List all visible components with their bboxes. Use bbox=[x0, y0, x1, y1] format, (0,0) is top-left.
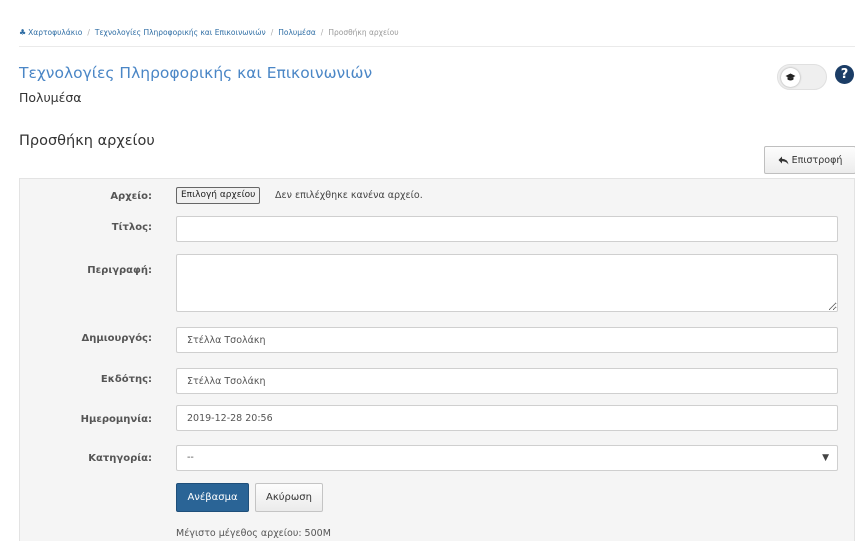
breadcrumb-portfolio[interactable]: Χαρτοφυλάκιο bbox=[28, 28, 82, 37]
creator-input[interactable] bbox=[176, 327, 838, 353]
date-label: Ημερομηνία: bbox=[80, 414, 152, 425]
breadcrumb-current: Προσθήκη αρχείου bbox=[328, 28, 399, 37]
file-label: Αρχείο: bbox=[110, 191, 152, 202]
category-selected-value: -- bbox=[187, 452, 194, 463]
upload-form-panel: Αρχείο: Επιλογή αρχείου Δεν επιλέχθηκε κ… bbox=[19, 178, 855, 541]
graduation-cap-icon bbox=[785, 73, 796, 81]
category-select[interactable]: -- ▼ bbox=[176, 445, 838, 471]
upload-button[interactable]: Ανέβασμα bbox=[176, 483, 249, 512]
help-icon[interactable]: ? bbox=[835, 65, 854, 84]
date-input[interactable] bbox=[176, 405, 838, 431]
page-title: Προσθήκη αρχείου bbox=[19, 133, 155, 149]
back-button[interactable]: Επιστροφή bbox=[764, 146, 855, 174]
title-input[interactable] bbox=[176, 216, 838, 242]
caret-down-icon: ▼ bbox=[822, 453, 829, 463]
publisher-input[interactable] bbox=[176, 368, 838, 394]
max-file-size-note: Μέγιστο μέγεθος αρχείου: 500M bbox=[176, 528, 331, 539]
breadcrumb-divider bbox=[19, 46, 855, 47]
home-icon[interactable]: ♣ bbox=[19, 28, 26, 37]
breadcrumb: ♣ Χαρτοφυλάκιο / Τεχνολογίες Πληροφορικής κ… bbox=[19, 28, 399, 37]
breadcrumb-separator: / bbox=[320, 28, 324, 37]
category-label: Κατηγορία: bbox=[88, 453, 152, 464]
cancel-button[interactable]: Ακύρωση bbox=[255, 483, 323, 512]
student-view-toggle[interactable] bbox=[777, 64, 827, 90]
breadcrumb-course[interactable]: Τεχνολογίες Πληροφορικής και Επικοινωνιώ… bbox=[95, 28, 266, 37]
description-label: Περιγραφή: bbox=[87, 265, 152, 276]
reply-icon bbox=[778, 156, 789, 164]
title-label: Τίτλος: bbox=[111, 222, 152, 233]
course-title[interactable]: Τεχνολογίες Πληροφορικής και Επικοινωνιώ… bbox=[19, 64, 372, 82]
description-textarea[interactable] bbox=[176, 254, 838, 312]
toggle-knob bbox=[781, 68, 800, 87]
creator-label: Δημιουργός: bbox=[81, 333, 152, 344]
course-subtitle: Πολυμέσα bbox=[19, 90, 82, 105]
breadcrumb-separator: / bbox=[87, 28, 90, 37]
breadcrumb-multimedia[interactable]: Πολυμέσα bbox=[278, 28, 316, 37]
choose-file-button[interactable]: Επιλογή αρχείου bbox=[176, 187, 261, 204]
back-button-label: Επιστροφή bbox=[791, 154, 843, 166]
file-status-text: Δεν επιλέχθηκε κανένα αρχείο. bbox=[275, 190, 423, 201]
publisher-label: Εκδότης: bbox=[100, 374, 152, 385]
breadcrumb-separator: / bbox=[270, 28, 274, 37]
